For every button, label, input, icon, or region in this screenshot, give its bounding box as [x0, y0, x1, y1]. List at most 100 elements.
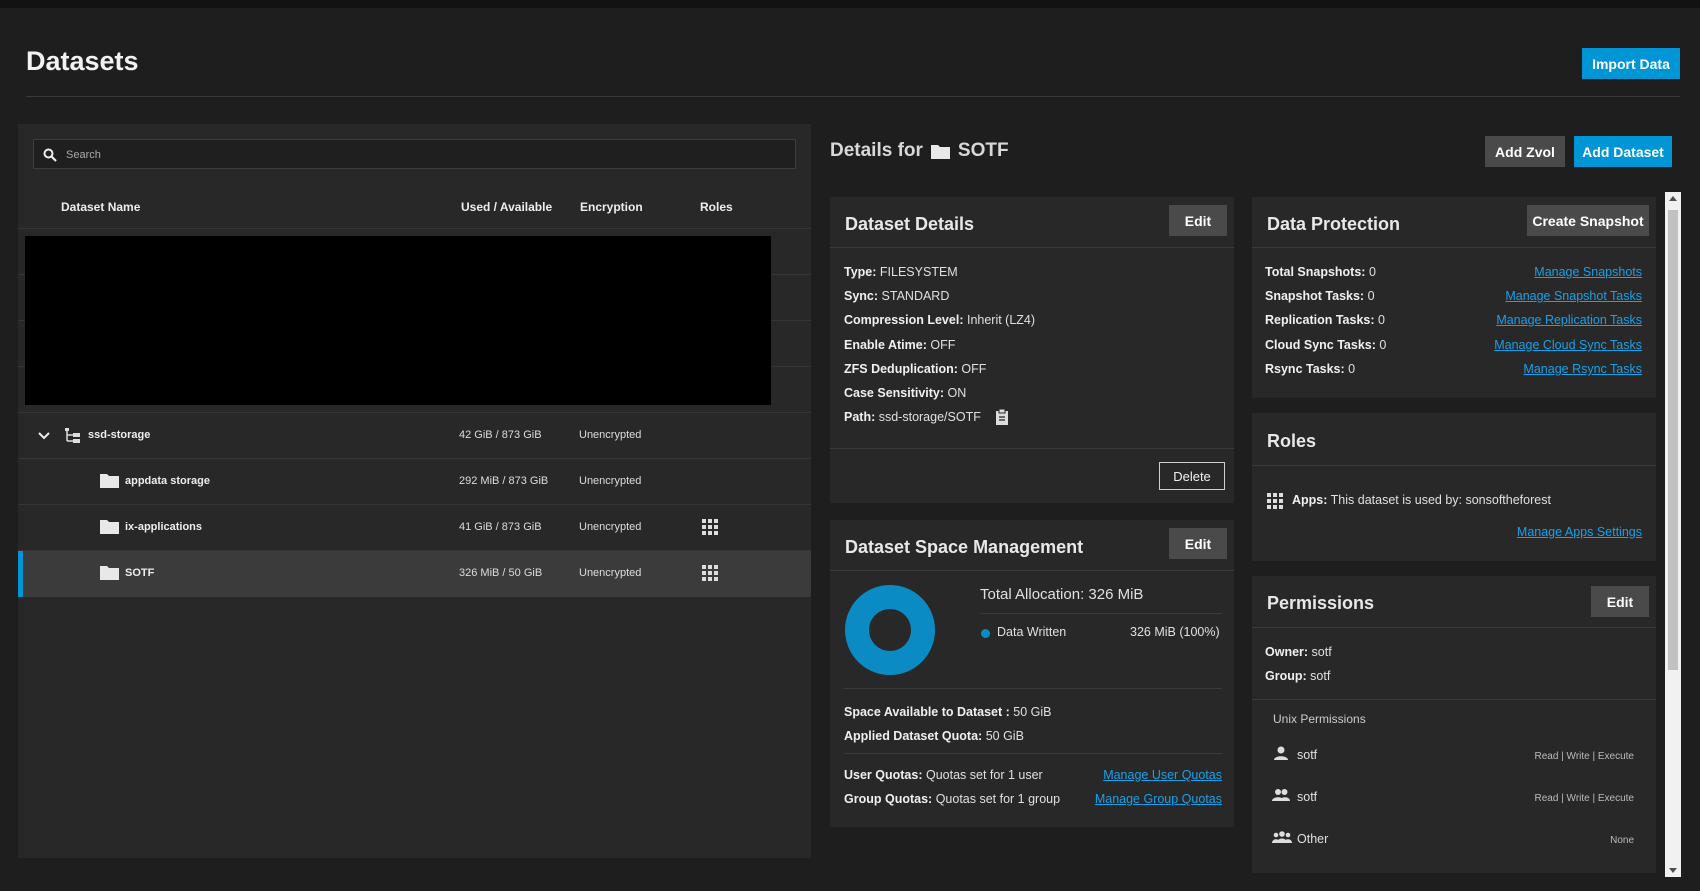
manage-user-quotas-link[interactable]: Manage User Quotas	[1103, 768, 1222, 782]
permission-owner-perms: Read | Write | Execute	[1534, 751, 1635, 762]
detail-sync: Sync: STANDARD	[844, 289, 950, 303]
detail-dedup: ZFS Deduplication: OFF	[844, 362, 987, 376]
used-available: 42 GiB / 873 GiB	[459, 429, 542, 441]
details-scrollbar[interactable]	[1665, 192, 1681, 877]
donut-segment-data-written	[845, 585, 935, 675]
used-available: 292 MiB / 873 GiB	[459, 475, 549, 487]
copy-clipboard-icon[interactable]	[995, 409, 1009, 425]
details-prefix: Details for	[830, 140, 923, 161]
add-dataset-button[interactable]: Add Dataset	[1574, 136, 1672, 167]
dataset-tree-panel: Dataset Name Used / Available Encryption…	[18, 124, 811, 858]
search-box[interactable]	[33, 139, 796, 170]
replication-tasks: Replication Tasks: 0	[1265, 313, 1385, 327]
table-row-selected[interactable]: SOTF 326 MiB / 50 GiB Unencrypted	[18, 550, 811, 597]
total-allocation: Total Allocation: 326 MiB	[980, 586, 1144, 603]
snapshot-tasks: Snapshot Tasks: 0	[1265, 289, 1375, 303]
divider	[1252, 465, 1656, 466]
col-roles[interactable]: Roles	[700, 200, 733, 214]
permission-group-perms: Read | Write | Execute	[1534, 793, 1635, 804]
card-title: Permissions	[1267, 593, 1375, 613]
unix-permissions-label: Unix Permissions	[1273, 712, 1366, 726]
group-quotas: Group Quotas: Quotas set for 1 group	[844, 792, 1061, 806]
divider	[1252, 627, 1656, 628]
rsync-tasks: Rsync Tasks: 0	[1265, 362, 1356, 376]
chevron-down-icon[interactable]	[38, 431, 50, 441]
selection-indicator	[18, 551, 23, 597]
table-row[interactable]: ssd-storage 42 GiB / 873 GiB Unencrypted	[18, 412, 811, 459]
header-divider	[26, 96, 1680, 97]
divider	[1252, 247, 1656, 248]
folder-icon	[100, 520, 119, 534]
folder-icon	[100, 566, 119, 580]
permission-group-name: sotf	[1297, 790, 1318, 804]
data-protection-card: Data Protection Create Snapshot Total Sn…	[1252, 197, 1656, 398]
scroll-down-arrow[interactable]	[1669, 868, 1677, 873]
user-quotas: User Quotas: Quotas set for 1 user	[844, 768, 1043, 782]
owner: Owner: sotf	[1265, 645, 1332, 659]
redacted-block	[25, 236, 771, 405]
dataset-name: ssd-storage	[88, 429, 151, 441]
permissions-card: Permissions Edit Owner: sotf Group: sotf…	[1252, 576, 1656, 873]
permission-other-name: Other	[1297, 832, 1329, 846]
cloud-sync-tasks: Cloud Sync Tasks: 0	[1265, 338, 1387, 352]
used-available: 41 GiB / 873 GiB	[459, 521, 542, 533]
permission-owner-name: sotf	[1297, 748, 1318, 762]
detail-case-sensitivity: Case Sensitivity: ON	[844, 386, 967, 400]
manage-apps-settings-link[interactable]: Manage Apps Settings	[1517, 525, 1642, 539]
table-row[interactable]: appdata storage 292 MiB / 873 GiB Unencr…	[18, 458, 811, 505]
manage-snapshot-tasks-link[interactable]: Manage Snapshot Tasks	[1505, 289, 1642, 303]
space-available: Space Available to Dataset : 50 GiB	[844, 705, 1052, 719]
space-management-card: Dataset Space Management Edit Total Allo…	[830, 520, 1234, 827]
manage-group-quotas-link[interactable]: Manage Group Quotas	[1095, 792, 1222, 806]
detail-path: Path: ssd-storage/SOTF	[844, 410, 981, 424]
edit-dataset-details-button[interactable]: Edit	[1169, 205, 1227, 236]
col-dataset-name[interactable]: Dataset Name	[61, 200, 140, 214]
group: Group: sotf	[1265, 669, 1331, 683]
legend-dot	[981, 629, 990, 638]
dataset-name: SOTF	[125, 567, 155, 579]
used-available: 326 MiB / 50 GiB	[459, 567, 543, 579]
import-data-button[interactable]: Import Data	[1582, 48, 1680, 79]
delete-dataset-button[interactable]: Delete	[1159, 462, 1225, 490]
user-icon	[1274, 746, 1288, 760]
manage-rsync-tasks-link[interactable]: Manage Rsync Tasks	[1523, 362, 1642, 376]
divider	[844, 688, 1222, 689]
page-title: Datasets	[26, 46, 139, 76]
col-encryption[interactable]: Encryption	[580, 200, 643, 214]
manage-snapshots-link[interactable]: Manage Snapshots	[1534, 265, 1642, 279]
search-icon	[43, 148, 57, 162]
scroll-up-arrow[interactable]	[1669, 196, 1677, 201]
pool-tree-icon	[65, 428, 80, 443]
edit-permissions-button[interactable]: Edit	[1591, 586, 1649, 617]
table-row[interactable]: ix-applications 41 GiB / 873 GiB Unencry…	[18, 504, 811, 551]
legend-label: Data Written	[997, 625, 1067, 639]
dataset-details-card: Dataset Details Edit Type: FILESYSTEM Sy…	[830, 197, 1234, 503]
scroll-thumb[interactable]	[1668, 210, 1678, 670]
space-donut-chart	[845, 585, 935, 675]
card-title: Dataset Details	[845, 214, 975, 234]
manage-cloud-sync-tasks-link[interactable]: Manage Cloud Sync Tasks	[1494, 338, 1642, 352]
detail-type: Type: FILESYSTEM	[844, 265, 958, 279]
search-input[interactable]	[64, 140, 788, 170]
group-icon	[1272, 789, 1290, 801]
add-zvol-button[interactable]: Add Zvol	[1485, 136, 1565, 167]
dataset-name: ix-applications	[125, 521, 203, 533]
col-used-available[interactable]: Used / Available	[461, 200, 552, 214]
details-dataset-name: SOTF	[957, 140, 1009, 161]
manage-replication-tasks-link[interactable]: Manage Replication Tasks	[1496, 313, 1642, 327]
details-title: Details for SOTF	[830, 140, 1009, 162]
encryption-status: Unencrypted	[579, 475, 642, 487]
divider	[830, 448, 1234, 449]
card-title: Data Protection	[1267, 214, 1401, 234]
total-snapshots: Total Snapshots: 0	[1265, 265, 1376, 279]
edit-space-button[interactable]: Edit	[1169, 528, 1227, 559]
header-divider	[18, 228, 811, 229]
apps-grid-icon	[1267, 493, 1283, 509]
create-snapshot-button[interactable]: Create Snapshot	[1527, 205, 1649, 236]
dataset-name: appdata storage	[125, 475, 210, 487]
folder-icon	[100, 474, 119, 488]
card-title: Roles	[1267, 431, 1317, 451]
apps-usage: Apps: This dataset is used by: sonsofthe…	[1292, 493, 1551, 507]
others-icon	[1272, 831, 1292, 843]
roles-card: Roles Apps: This dataset is used by: son…	[1252, 413, 1656, 561]
